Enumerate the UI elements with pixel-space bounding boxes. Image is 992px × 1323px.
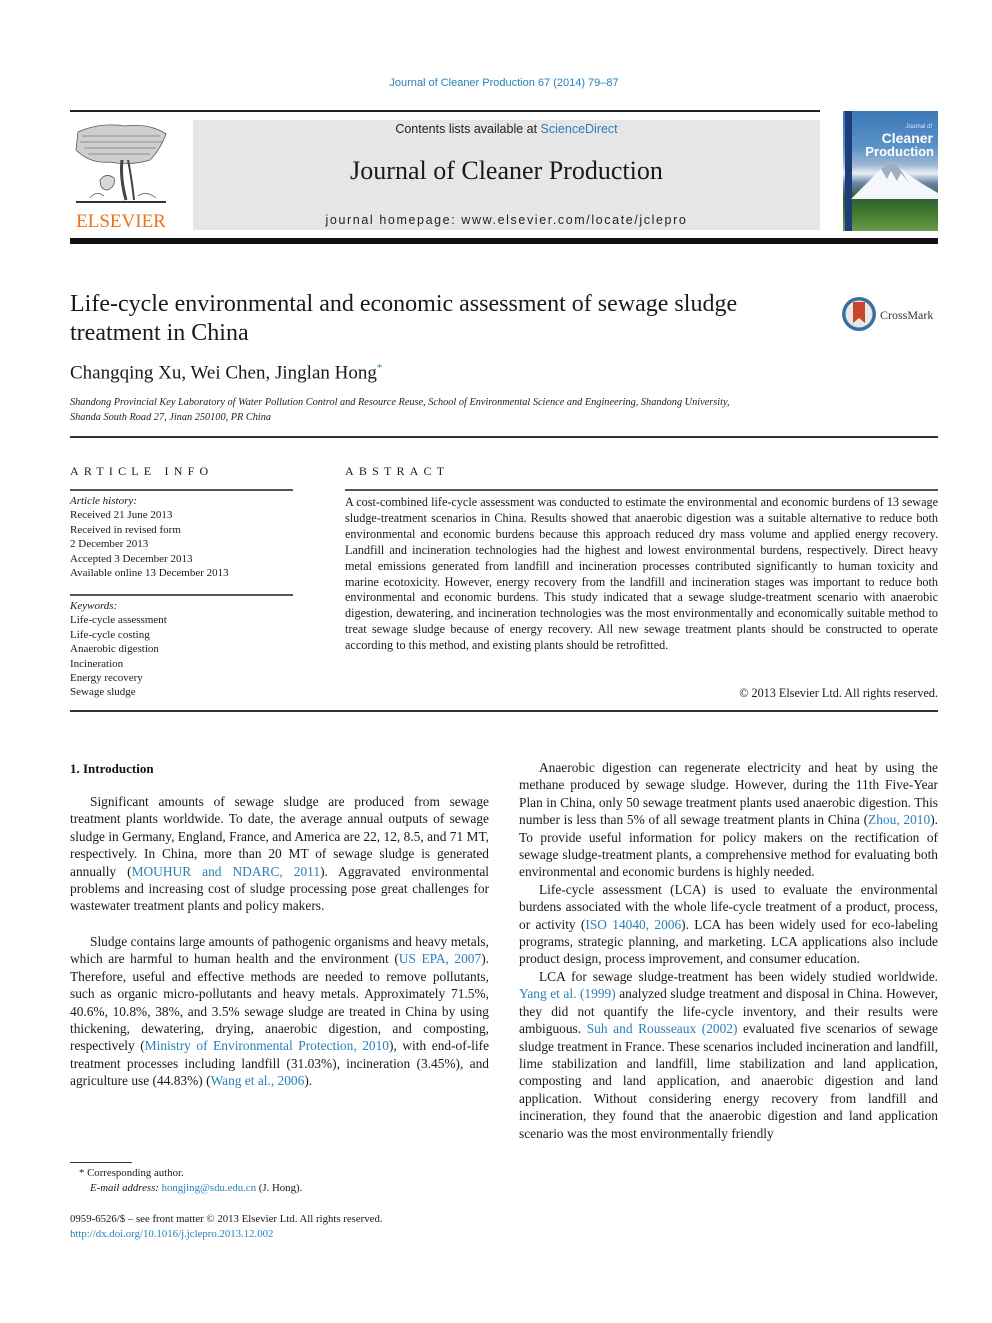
intro-paragraph-2: Sludge contains large amounts of pathoge… xyxy=(70,933,489,1090)
email-link[interactable]: hongjing@sdu.edu.cn xyxy=(162,1182,257,1194)
header-thick-rule xyxy=(70,238,938,244)
affiliation-line: Shanda South Road 27, Jinan 250100, PR C… xyxy=(70,411,272,423)
cover-title-production: Production xyxy=(865,144,934,159)
reference-link[interactable]: Ministry of Environmental Protection, 20… xyxy=(145,1038,389,1053)
article-title: Life-cycle environmental and economic as… xyxy=(70,291,738,346)
reference-link[interactable]: Wang et al., 2006 xyxy=(211,1073,305,1088)
intro-paragraph-4: Life-cycle assessment (LCA) is used to e… xyxy=(519,881,938,968)
abstract-bottom-rule xyxy=(70,710,938,712)
article-info-heading: ARTICLE INFO xyxy=(70,464,214,478)
affiliation-rule xyxy=(70,436,938,438)
abstract-text: A cost-combined life-cycle assessment wa… xyxy=(345,495,938,653)
elsevier-tree-icon xyxy=(75,124,167,203)
keyword-item: Anaerobic digestion xyxy=(70,643,159,656)
reference-link[interactable]: Yang et al. (1999) xyxy=(519,986,616,1001)
keywords-label: Keywords: xyxy=(70,600,118,612)
history-item: Received in revised form xyxy=(70,523,181,536)
journal-name: Journal of Cleaner Production xyxy=(350,156,663,185)
journal-citation-link[interactable]: Journal of Cleaner Production 67 (2014) … xyxy=(0,77,992,89)
keywords: Keywords: Life-cycle assessment Life-cyc… xyxy=(70,599,293,700)
crossmark-icon xyxy=(842,297,876,331)
article-history: Article history: Received 21 June 2013 R… xyxy=(70,494,293,580)
footnote-marker: * xyxy=(79,1167,85,1179)
abstract-heading: ABSTRACT xyxy=(345,464,450,478)
article-info-rule xyxy=(70,489,293,491)
keyword-item: Life-cycle assessment xyxy=(70,614,167,627)
doi-link[interactable]: http://dx.doi.org/10.1016/j.jclepro.2013… xyxy=(70,1228,273,1240)
history-item: Available online 13 December 2013 xyxy=(70,567,229,580)
abstract-copyright: © 2013 Elsevier Ltd. All rights reserved… xyxy=(739,686,938,700)
author-names: Changqing Xu, Wei Chen, Jinglan Hong xyxy=(70,362,377,384)
reference-link[interactable]: US EPA, 2007 xyxy=(399,951,481,966)
contents-available-line: Contents lists available at ScienceDirec… xyxy=(193,122,820,136)
intro-paragraph-1: Significant amounts of sewage sludge are… xyxy=(70,793,489,915)
header-top-rule xyxy=(70,110,820,112)
keyword-item: Sewage sludge xyxy=(70,686,136,699)
corresponding-author-marker[interactable]: * xyxy=(377,362,383,374)
reference-link[interactable]: Suh and Rousseaux (2002) xyxy=(587,1021,738,1036)
reference-link[interactable]: Zhou, 2010 xyxy=(868,812,930,827)
front-matter: 0959-6526/$ – see front matter © 2013 El… xyxy=(70,1212,570,1241)
history-item: 2 December 2013 xyxy=(70,538,149,551)
cover-title-cleaner: Cleaner xyxy=(881,130,933,146)
crossmark-badge[interactable]: CrossMark xyxy=(841,296,941,334)
intro-paragraph-5: LCA for sewage sludge-treatment has been… xyxy=(519,968,938,1142)
body-text: LCA for sewage sludge-treatment has been… xyxy=(539,968,938,984)
keywords-rule xyxy=(70,594,293,596)
crossmark-label: CrossMark xyxy=(880,308,934,322)
contents-prefix: Contents lists available at xyxy=(395,122,541,136)
body-text: ). xyxy=(304,1073,313,1089)
cover-mountain-icon xyxy=(851,161,938,199)
history-item: Accepted 3 December 2013 xyxy=(70,552,193,565)
email-label: E-mail address: xyxy=(90,1182,162,1194)
elsevier-logo[interactable]: ELSEVIER xyxy=(70,120,172,232)
introduction-heading: 1. Introduction xyxy=(70,761,154,776)
affiliation-line: Shandong Provincial Key Laboratory of Wa… xyxy=(70,397,730,408)
history-item: Received 21 June 2013 xyxy=(70,509,173,522)
sciencedirect-link[interactable]: ScienceDirect xyxy=(541,122,618,136)
body-text: evaluated five scenarios of sewage sludg… xyxy=(519,1021,938,1141)
journal-homepage[interactable]: journal homepage: www.elsevier.com/locat… xyxy=(193,213,820,227)
issn-line: 0959-6526/$ – see front matter © 2013 El… xyxy=(70,1213,383,1225)
reference-link[interactable]: MOUHUR and NDARC, 2011 xyxy=(132,864,320,879)
journal-cover-image[interactable]: Journal of Cleaner Production xyxy=(843,111,938,231)
keyword-item: Life-cycle costing xyxy=(70,628,150,641)
footnote-text: Corresponding author. xyxy=(87,1167,184,1179)
journal-masthead: Contents lists available at ScienceDirec… xyxy=(193,120,820,230)
reference-link[interactable]: ISO 14040, 2006 xyxy=(585,917,681,932)
affiliation: Shandong Provincial Key Laboratory of Wa… xyxy=(70,396,870,425)
elsevier-wordmark: ELSEVIER xyxy=(76,211,166,232)
author-list: Changqing Xu, Wei Chen, Jinglan Hong* xyxy=(70,362,382,384)
intro-right-column: Anaerobic digestion can regenerate elect… xyxy=(519,759,938,1142)
email-suffix: (J. Hong). xyxy=(256,1182,303,1194)
abstract-rule xyxy=(345,489,938,491)
article-history-label: Article history: xyxy=(70,495,137,507)
footnote-rule xyxy=(70,1162,132,1163)
corresponding-author-footnote: * Corresponding author. E-mail address: … xyxy=(70,1166,489,1196)
keyword-item: Energy recovery xyxy=(70,672,143,685)
keyword-item: Incineration xyxy=(70,657,124,670)
intro-paragraph-3: Anaerobic digestion can regenerate elect… xyxy=(519,759,938,881)
